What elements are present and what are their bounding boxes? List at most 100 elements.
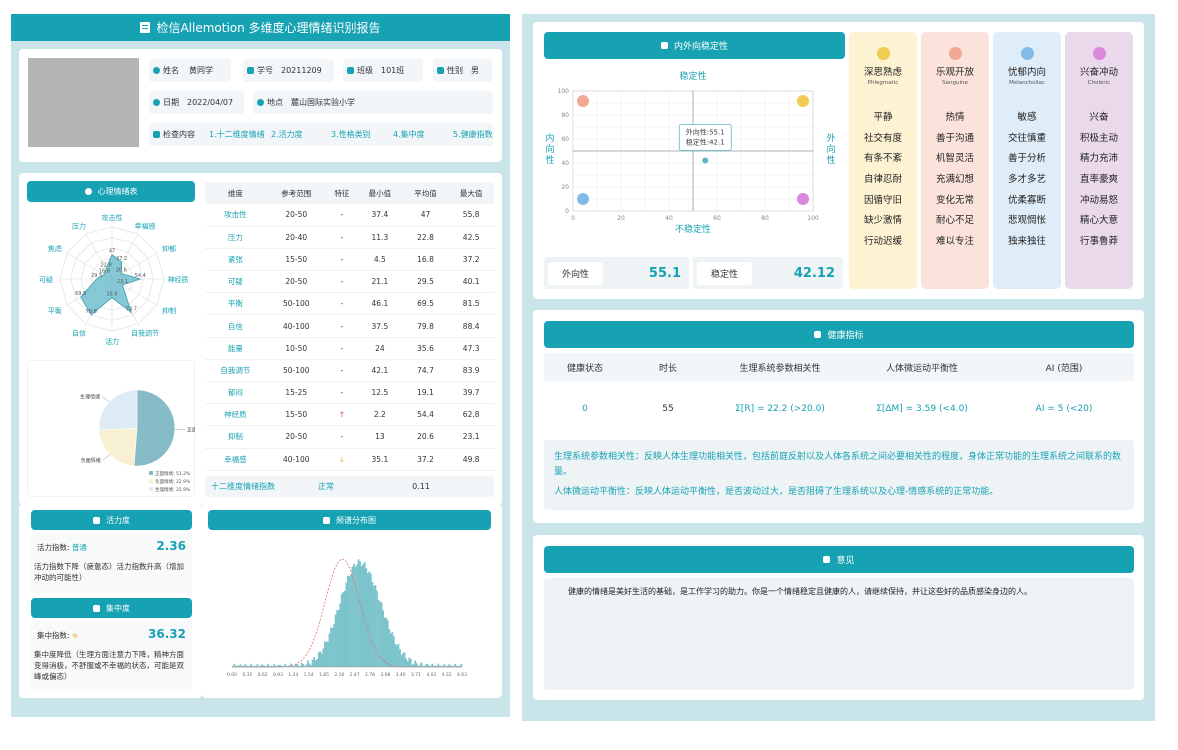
radar-value-label: 69.5 — [75, 291, 86, 297]
table-cell: 47.3 — [448, 337, 494, 360]
table-cell: - — [326, 381, 358, 405]
table-header-cell: 最小值 — [357, 182, 403, 204]
radar-axis-label: 压力 — [72, 221, 86, 230]
radar-value-label: 47 — [109, 249, 115, 255]
location-field: 地点 麓山国际实验小学 — [253, 91, 493, 114]
spectrum-bar — [330, 627, 332, 667]
spectrum-bar — [377, 599, 380, 667]
table-cell: 自我调节 — [205, 359, 266, 383]
table-cell: - — [326, 204, 358, 227]
radar-axis-label: 神经质 — [168, 275, 189, 284]
temperament-en: Melancholiac — [1009, 80, 1045, 86]
x-axis-label: 不稳定性 — [675, 223, 711, 235]
clock-icon — [153, 99, 160, 106]
x-tick-label: 40 — [665, 215, 673, 222]
temperament-trait: 冲动易怒 — [1079, 194, 1118, 206]
spectrum-header: 频谱分布图 — [208, 510, 491, 530]
spectrum-bar — [371, 582, 374, 667]
spectrum-bar — [402, 653, 404, 667]
pie-legend-swatch — [149, 487, 153, 491]
edit-icon — [823, 556, 831, 563]
spectrum-bar — [443, 664, 446, 667]
table-cell: - — [326, 226, 358, 249]
spectrum-bar — [267, 663, 269, 667]
stability-header: 内外向稳定性 — [544, 32, 845, 59]
table-cell: 自信 — [205, 314, 266, 338]
spectrum-bar — [311, 659, 314, 667]
table-cell: 81.5 — [448, 292, 494, 316]
table-cell: 15-50 — [265, 248, 327, 272]
face-icon — [1020, 47, 1034, 60]
y-tick-label: 20 — [561, 184, 569, 191]
temperament-trait: 敏感 — [1017, 112, 1037, 123]
temperament-trait: 耐心不足 — [935, 215, 974, 227]
x-tick-label: 0.62 — [258, 672, 268, 678]
radar-axis-label: 攻击性 — [102, 213, 123, 222]
health-table-header: 健康状态 时长 生理系统参数相关性 人体微运动平衡性 AI (范围) — [544, 353, 1134, 381]
face-icon — [876, 47, 890, 60]
table-row: 郁闷 15-25-12.5 19.1 39.7 — [205, 381, 494, 405]
report-title: 检信Allemotion 多维度心理情绪识别报告 — [156, 21, 381, 35]
table-cell: 19.1 — [402, 381, 449, 405]
spectrum-bar — [334, 614, 337, 667]
vitality-label: 活力指数: 普通 — [37, 543, 87, 552]
stability-label: 稳定性 — [697, 261, 753, 285]
table-cell: 46.1 — [357, 292, 403, 316]
temperament-en: Sanguine — [942, 80, 968, 86]
radar-value-label: 35.6 — [106, 292, 117, 298]
table-cell: 20-50 — [265, 425, 327, 449]
temperament-trait: 行动迟缓 — [863, 236, 902, 248]
content-item: 1.十二维度情绪 — [209, 130, 265, 139]
table-cell: - — [326, 425, 358, 449]
x-tick-label: 1.85 — [319, 672, 329, 678]
spectrum-bar — [340, 594, 343, 667]
radar-value-label: 74.7 — [126, 307, 137, 313]
spectrum-bar — [356, 564, 358, 667]
spectrum-bar — [385, 617, 388, 667]
table-header-cell: 最大值 — [448, 182, 494, 204]
table-header-cell: 特征 — [326, 182, 358, 204]
table-cell: 10-50 — [265, 337, 327, 360]
table-cell: - — [326, 337, 358, 360]
radar-axis-label: 抑制 — [162, 306, 176, 315]
x-tick-label: 2.78 — [365, 672, 375, 678]
stability-scatter-chart: 稳定性0 20 40 60 80 100020406080100不稳定性内向性外向性外向性… — [545, 70, 835, 235]
vitality-header: 活力度 — [31, 510, 192, 530]
y-tick-label: 0 — [565, 208, 569, 215]
table-cell: 压力 — [205, 226, 266, 249]
tooltip-text: 外向性:55.1 — [686, 127, 725, 136]
table-cell: 22.8 — [402, 226, 449, 249]
spectrum-bar — [327, 641, 329, 667]
focus-value: 36.32 — [148, 627, 186, 641]
spectrum-bar — [301, 662, 303, 667]
spectrum-bar — [336, 610, 338, 667]
spectrum-bar — [408, 657, 411, 667]
spectrum-bar — [342, 591, 345, 667]
table-cell: 20-50 — [265, 204, 327, 227]
pie-chart: 正面情绪负面情绪 生理情绪正面情绪: 51.2%负面情绪: 22.9%生理情绪: … — [80, 389, 195, 493]
x-tick-label: 2.16 — [334, 672, 344, 678]
radar-axis-label: 焦虑 — [48, 244, 62, 253]
table-cell: 抑制 — [205, 425, 266, 449]
temperament-trait: 悲观惆怅 — [1007, 215, 1046, 227]
temperament-name: 乐观开放 — [935, 67, 974, 78]
spectrum-bar — [313, 657, 315, 667]
pie-slice — [98, 389, 138, 431]
x-tick-label: 4.02 — [426, 672, 436, 678]
spectrum-bar — [431, 663, 434, 667]
stability-box: 稳定性 42.12 — [693, 257, 843, 289]
temperament-trait: 热情 — [945, 112, 965, 123]
x-tick-label: 100 — [807, 215, 819, 222]
quadrant-face-icon — [797, 193, 809, 205]
spectrum-bar — [319, 651, 322, 667]
table-cell: 16.8 — [402, 248, 449, 272]
table-row: 压力 20-40-11.3 22.8 42.5 — [205, 226, 494, 249]
bar-chart-icon — [323, 516, 330, 524]
temperament-trait: 精心大意 — [1079, 215, 1118, 227]
stability-value: 42.12 — [793, 265, 835, 281]
emotion-table: 维度 参考范围 特征 最小值 平均值 最大值 攻击性 20-50-37.4 47 55.8 压力 2… — [205, 182, 494, 471]
spectrum-bar — [389, 633, 392, 667]
opinion-text: 健康的情绪是美好生活的基础，是工作学习的助力。你是一个情绪稳定且健康的人，请继续… — [568, 587, 1032, 596]
y-tick-label: 100 — [558, 88, 570, 95]
table-cell: 15-25 — [265, 381, 327, 405]
